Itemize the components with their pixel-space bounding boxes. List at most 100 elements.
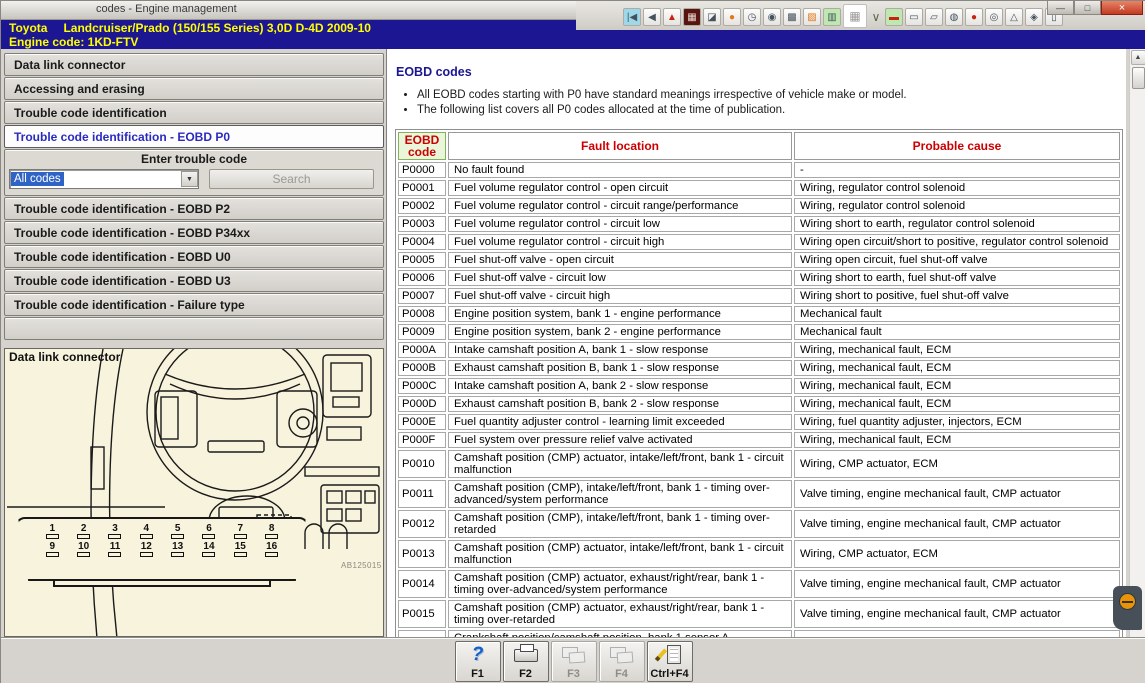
scrollbar-thumb[interactable]	[1132, 67, 1145, 89]
help-button[interactable]: ? F1	[455, 641, 501, 682]
table-row: P000F Fuel system over pressure relief v…	[398, 432, 1120, 448]
f3-button[interactable]: F3	[551, 641, 597, 682]
pin-slot	[265, 552, 278, 557]
pin-slot	[46, 534, 59, 539]
table-row: P0002 Fuel volume regulator control - ci…	[398, 198, 1120, 214]
pin-number: 12	[134, 542, 158, 552]
fault-cell: Camshaft position (CMP) actuator, exhaus…	[448, 570, 792, 598]
chart-icon[interactable]: ▥	[823, 8, 841, 26]
diagnostics-icon[interactable]: ▩	[783, 8, 801, 26]
pin-number: 11	[103, 542, 127, 552]
grid-resize-icon[interactable]: ▦	[843, 4, 867, 28]
fault-cell: Fuel volume regulator control - circuit …	[448, 234, 792, 250]
connector-pin: 7	[228, 524, 252, 539]
figure-reference: AB125015	[341, 561, 382, 570]
pin-number: 6	[197, 524, 221, 534]
pin-slot	[108, 552, 121, 557]
print-button[interactable]: F2	[503, 641, 549, 682]
data-link-connector-diagram: Data link connector	[4, 348, 384, 637]
fault-cell: Fuel shut-off valve - open circuit	[448, 252, 792, 268]
fault-cell: No fault found	[448, 162, 792, 178]
code-cell: P0000	[398, 162, 446, 178]
pin-number: 10	[72, 542, 96, 552]
sidebar-item[interactable]: Trouble code identification - EOBD U3	[4, 269, 384, 292]
code-filter-dropdown[interactable]: All codes ▼	[9, 169, 199, 189]
connector-pin: 14	[197, 542, 221, 557]
sidebar-item[interactable]: Trouble code identification - Failure ty…	[4, 293, 384, 316]
pin-number: 1	[40, 524, 64, 534]
chevron-down-icon[interactable]: ∨	[869, 8, 883, 26]
search-button[interactable]: Search	[209, 169, 374, 189]
search-panel-title: Enter trouble code	[9, 152, 379, 166]
gearbox-icon[interactable]: ◈	[1025, 8, 1043, 26]
dropdown-arrow-icon[interactable]: ▼	[181, 171, 198, 187]
connector-pin: 3	[103, 524, 127, 539]
hazard-icon[interactable]: △	[1005, 8, 1023, 26]
code-cell: P0007	[398, 288, 446, 304]
sidebar-item[interactable]: Trouble code identification - EOBD U0	[4, 245, 384, 268]
code-cell: P0008	[398, 306, 446, 322]
fault-cell: Engine position system, bank 1 - engine …	[448, 306, 792, 322]
vehicle-status-icon[interactable]: ▬	[885, 8, 903, 26]
engine-icon[interactable]: ▱	[925, 8, 943, 26]
close-button[interactable]: ×	[1101, 1, 1143, 15]
pin-slot	[202, 552, 215, 557]
sidebar-item-active[interactable]: Trouble code identification - EOBD P0	[4, 125, 384, 148]
sidebar-item-label: Trouble code identification - EOBD P0	[14, 130, 230, 144]
main-area: Data link connector Accessing and erasin…	[1, 49, 1145, 638]
tools-icon[interactable]: ◪	[703, 8, 721, 26]
warning-icon[interactable]: ▲	[663, 8, 681, 26]
table-header-row: EOBD code Fault location Probable cause	[398, 132, 1120, 160]
sidebar-item[interactable]: Trouble code identification	[4, 101, 384, 124]
fkey-label: Ctrl+F4	[650, 668, 688, 680]
globe-icon[interactable]: ●	[723, 8, 741, 26]
go-back-icon[interactable]: ◀	[643, 8, 661, 26]
sidebar-item-label: Trouble code identification	[14, 106, 167, 120]
connector-pin: 12	[134, 542, 158, 557]
code-cell: P0010	[398, 450, 446, 478]
go-first-icon[interactable]: |◀	[623, 8, 641, 26]
table-row: P0013 Camshaft position (CMP) actuator, …	[398, 540, 1120, 568]
cause-cell: Wiring, mechanical fault, ECM	[794, 360, 1120, 376]
column-header-fault: Fault location	[448, 132, 792, 160]
minimize-button[interactable]: —	[1047, 1, 1074, 15]
scroll-up-arrow-icon[interactable]: ▲	[1131, 50, 1145, 65]
pin-number: 15	[228, 542, 252, 552]
cause-cell: Valve timing, engine mechanical fault, C…	[794, 570, 1120, 598]
connector-pin: 4	[134, 524, 158, 539]
sidebar-item[interactable]: Data link connector	[4, 53, 384, 76]
fkey-label: F2	[519, 668, 532, 680]
code-cell: P000F	[398, 432, 446, 448]
settings-gear-icon[interactable]: ◉	[763, 8, 781, 26]
wheel-icon[interactable]: ◎	[985, 8, 1003, 26]
sidebar-item[interactable]: Trouble code identification - EOBD P34xx	[4, 221, 384, 244]
airbag-icon[interactable]: ●	[965, 8, 983, 26]
table-row: P0014 Camshaft position (CMP) actuator, …	[398, 570, 1120, 598]
vertical-scrollbar[interactable]: ▲	[1129, 49, 1145, 638]
code-cell: P0002	[398, 198, 446, 214]
table-row: P000A Intake camshaft position A, bank 1…	[398, 342, 1120, 358]
notes-button[interactable]: Ctrl+F4	[647, 641, 693, 682]
fkey-label: F4	[615, 668, 628, 680]
cause-cell: Wiring, regulator control solenoid	[794, 180, 1120, 196]
autoscroll-icon	[1119, 593, 1136, 610]
sidebar-item-label: Trouble code identification - EOBD U3	[14, 274, 231, 288]
manual-icon[interactable]: ▦	[683, 8, 701, 26]
sidebar-item[interactable]: Accessing and erasing	[4, 77, 384, 100]
restore-button[interactable]: □	[1074, 1, 1101, 15]
brakes-icon[interactable]: ◍	[945, 8, 963, 26]
pin-slot	[234, 534, 247, 539]
code-cell: P0001	[398, 180, 446, 196]
autoscroll-widget[interactable]	[1113, 586, 1142, 630]
f4-button[interactable]: F4	[599, 641, 645, 682]
fault-cell: Camshaft position (CMP), intake/left/fro…	[448, 480, 792, 508]
car-icon[interactable]: ▭	[905, 8, 923, 26]
fault-cell: Fuel volume regulator control - circuit …	[448, 198, 792, 214]
image-icon[interactable]: ▨	[803, 8, 821, 26]
sidebar-item[interactable]: Trouble code identification - EOBD P2	[4, 197, 384, 220]
timer-icon[interactable]: ◷	[743, 8, 761, 26]
code-cell: P0012	[398, 510, 446, 538]
fault-cell: Camshaft position (CMP) actuator, intake…	[448, 540, 792, 568]
sidebar-item-empty[interactable]	[4, 317, 384, 340]
cause-cell: Wiring short to earth, fuel shut-off val…	[794, 270, 1120, 286]
